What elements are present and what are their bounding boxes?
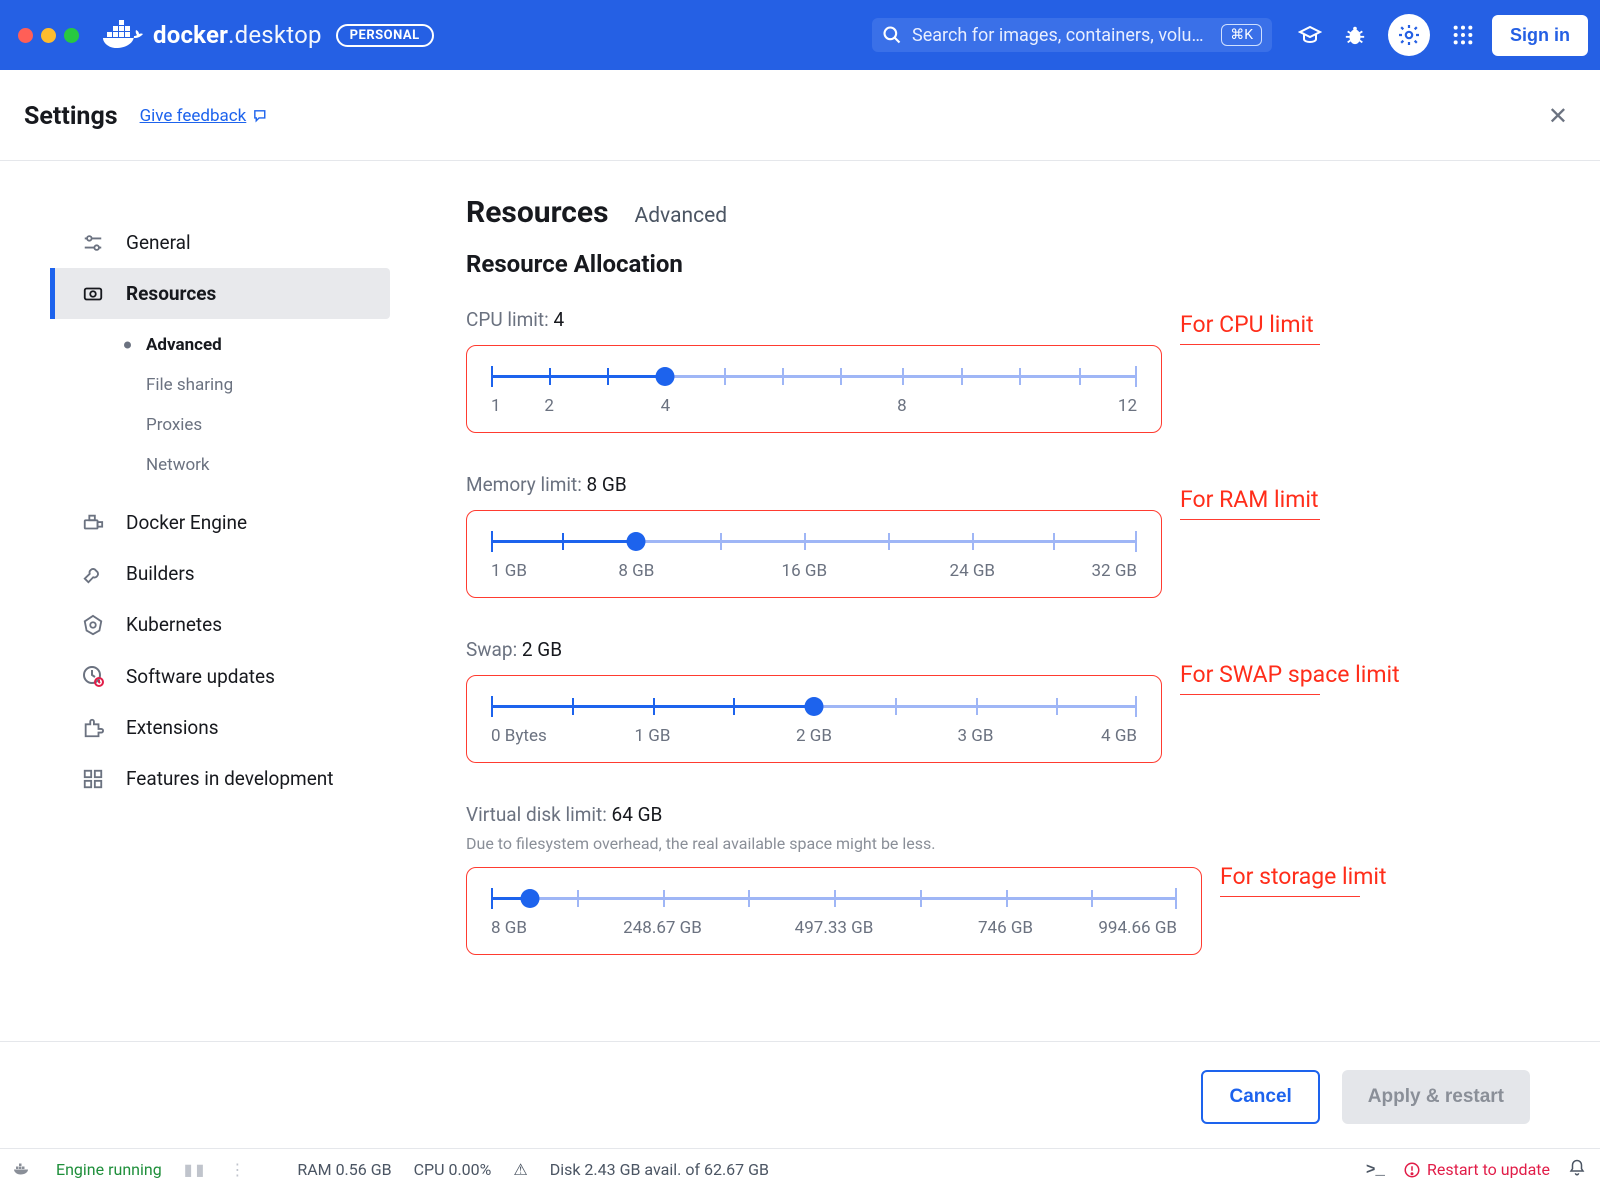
status-disk: Disk 2.43 GB avail. of 62.67 GB	[550, 1160, 769, 1179]
resources-subnav: Advanced File sharing Proxies Network	[146, 325, 390, 485]
app-logo: docker.desktop PERSONAL	[103, 20, 434, 50]
resources-icon	[80, 283, 106, 305]
puzzle-icon	[80, 717, 106, 739]
breadcrumb: Resources Advanced	[466, 195, 1560, 230]
subnav-file-sharing[interactable]: File sharing	[146, 365, 390, 405]
bell-icon[interactable]	[1568, 1159, 1586, 1181]
engine-status[interactable]: Engine running	[56, 1160, 162, 1179]
page-title: Settings	[24, 102, 118, 131]
section-title: Resource Allocation	[466, 250, 1560, 278]
subnav-network[interactable]: Network	[146, 445, 390, 485]
maximize-window-icon[interactable]	[64, 28, 79, 43]
memory-limit-slider[interactable]: 1 GB 8 GB 16 GB 24 GB 32 GB	[466, 510, 1162, 598]
swap-limit-value: 2 GB	[522, 638, 562, 661]
pause-icon[interactable]: ▮▮	[184, 1160, 208, 1179]
memory-limit-value: 8 GB	[587, 473, 627, 496]
status-cpu: CPU 0.00%	[414, 1160, 492, 1179]
settings-sidebar: General Resources Advanced File sharing …	[0, 161, 390, 1041]
feedback-link[interactable]: Give feedback	[140, 106, 270, 126]
status-bar: Engine running ▮▮ ⋮ RAM 0.56 GB CPU 0.00…	[0, 1148, 1600, 1190]
sidebar-item-resources[interactable]: Resources	[50, 268, 390, 319]
cpu-limit-value: 4	[553, 308, 564, 331]
kubernetes-icon	[80, 614, 106, 636]
disk-limit-note: Due to filesystem overhead, the real ava…	[466, 834, 1560, 853]
sidebar-item-label: Resources	[126, 282, 216, 305]
grid-icon	[80, 768, 106, 790]
alert-icon	[1403, 1161, 1421, 1179]
sidebar-item-label: Builders	[126, 562, 195, 585]
swap-limit-slider[interactable]: 0 Bytes 1 GB 2 GB 3 GB 4 GB	[466, 675, 1162, 763]
sidebar-item-docker-engine[interactable]: Docker Engine	[50, 497, 390, 548]
search-shortcut: ⌘K	[1221, 24, 1262, 46]
topbar: docker.desktop PERSONAL Search for image…	[0, 0, 1600, 70]
restart-to-update[interactable]: Restart to update	[1403, 1160, 1550, 1179]
sidebar-item-label: Extensions	[126, 716, 219, 739]
kebab-menu-icon[interactable]: ⋮	[229, 1160, 245, 1179]
bug-icon[interactable]	[1344, 24, 1366, 46]
search-icon	[882, 25, 902, 45]
swap-limit-block: Swap: 2 GB 0 Bytes	[466, 638, 1560, 763]
docker-whale-icon	[103, 20, 143, 50]
sidebar-item-label: Kubernetes	[126, 613, 222, 636]
cancel-button[interactable]: Cancel	[1201, 1070, 1319, 1124]
disk-limit-slider[interactable]: 8 GB 248.67 GB 497.33 GB 746 GB 994.66 G…	[466, 867, 1202, 955]
close-window-icon[interactable]	[18, 28, 33, 43]
brand-bold: docker	[153, 21, 228, 49]
window-controls[interactable]	[18, 28, 79, 43]
learn-icon[interactable]	[1298, 23, 1322, 47]
warn-icon: ⚠	[513, 1160, 527, 1179]
cpu-limit-slider[interactable]: 1 2 4 8 12	[466, 345, 1162, 433]
annotation-disk: For storage limit	[1220, 863, 1387, 897]
terminal-icon[interactable]: >_	[1366, 1161, 1385, 1179]
subnav-advanced[interactable]: Advanced	[146, 325, 390, 365]
sidebar-item-general[interactable]: General	[50, 217, 390, 268]
minimize-window-icon[interactable]	[41, 28, 56, 43]
annotation-cpu: For CPU limit	[1180, 311, 1320, 345]
crumb-resources: Resources	[466, 195, 609, 230]
settings-icon[interactable]	[1388, 14, 1430, 56]
search-input[interactable]: Search for images, containers, volu… ⌘K	[872, 18, 1272, 52]
annotation-swap: For SWAP space limit	[1180, 661, 1400, 695]
license-badge: PERSONAL	[336, 24, 434, 47]
crumb-advanced: Advanced	[635, 204, 728, 228]
search-placeholder: Search for images, containers, volu…	[912, 25, 1213, 46]
brand-light: desktop	[235, 21, 322, 49]
status-ram: RAM 0.56 GB	[297, 1160, 391, 1179]
engine-icon	[80, 512, 106, 534]
grid-menu-icon[interactable]	[1452, 24, 1474, 46]
close-icon[interactable]: ✕	[1540, 98, 1576, 134]
clock-update-icon	[80, 664, 106, 688]
memory-limit-block: Memory limit: 8 GB 1 GB	[466, 473, 1560, 598]
topbar-actions	[1298, 14, 1474, 56]
annotation-ram: For RAM limit	[1180, 486, 1320, 520]
sidebar-item-builders[interactable]: Builders	[50, 548, 390, 599]
sidebar-item-kubernetes[interactable]: Kubernetes	[50, 599, 390, 650]
sidebar-item-extensions[interactable]: Extensions	[50, 702, 390, 753]
docker-status-icon	[14, 1160, 34, 1180]
sidebar-item-label: Features in development	[126, 767, 334, 790]
cpu-limit-block: CPU limit: 4	[466, 308, 1560, 433]
disk-limit-value: 64 GB	[612, 803, 663, 826]
page-header: Settings Give feedback ✕	[0, 70, 1600, 161]
sidebar-item-label: Docker Engine	[126, 511, 247, 534]
sliders-icon	[80, 232, 106, 254]
feedback-icon	[252, 108, 269, 125]
sidebar-item-features-dev[interactable]: Features in development	[50, 753, 390, 804]
signin-button[interactable]: Sign in	[1492, 15, 1588, 56]
sidebar-item-label: General	[126, 231, 191, 254]
settings-actions: Cancel Apply & restart	[0, 1042, 1600, 1148]
sidebar-item-label: Software updates	[126, 665, 275, 688]
subnav-proxies[interactable]: Proxies	[146, 405, 390, 445]
settings-main: Resources Advanced Resource Allocation C…	[390, 161, 1600, 1041]
apply-restart-button: Apply & restart	[1342, 1070, 1530, 1124]
sidebar-item-updates[interactable]: Software updates	[50, 650, 390, 702]
wrench-icon	[80, 563, 106, 585]
disk-limit-block: Virtual disk limit: 64 GB Due to filesys…	[466, 803, 1560, 955]
